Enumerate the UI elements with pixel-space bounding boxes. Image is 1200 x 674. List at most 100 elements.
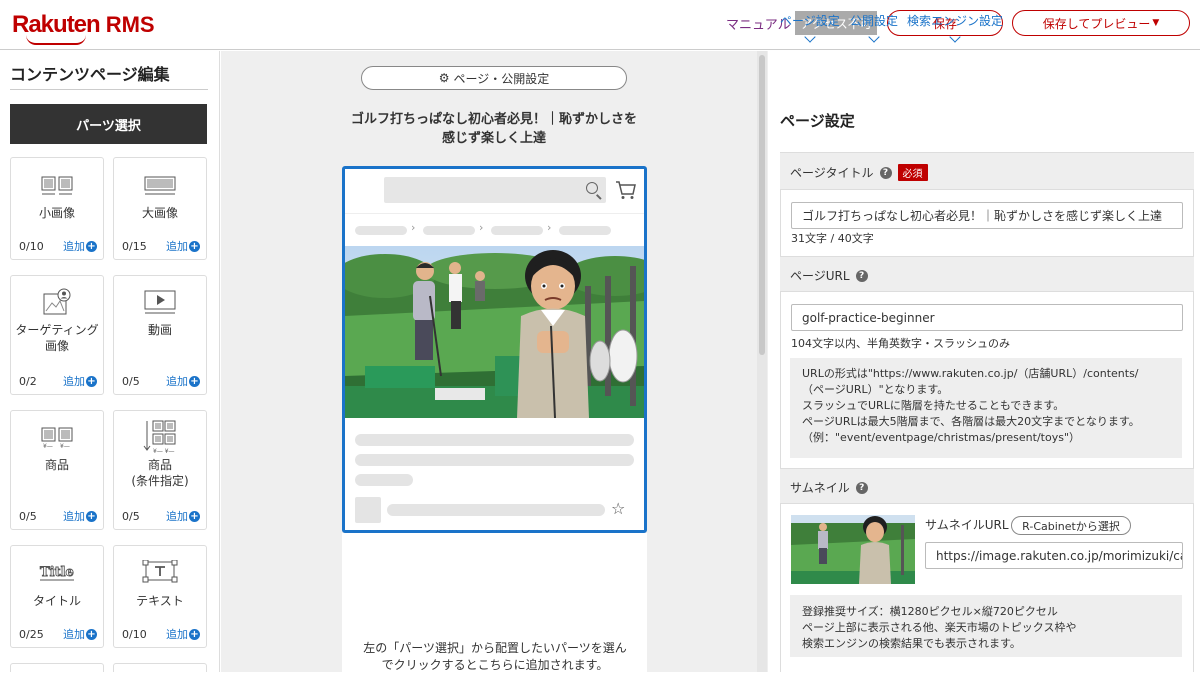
help-icon[interactable]: ? xyxy=(855,269,868,282)
chevron-right-icon: › xyxy=(411,221,416,234)
plus-circle-icon: + xyxy=(86,510,97,522)
part-label: タイトル xyxy=(32,594,81,608)
tab-label: 公開設定 xyxy=(850,14,899,28)
field-label: サムネイル xyxy=(790,481,850,495)
save-preview-label: 保存してプレビュー xyxy=(1042,16,1151,31)
search-icon xyxy=(586,182,598,194)
tab-seo-settings[interactable]: 検索エンジン設定 xyxy=(907,12,1004,43)
part-label: テキスト xyxy=(136,594,184,608)
add-part-button[interactable]: 追加 + xyxy=(166,508,200,524)
page-settings-button[interactable]: ⚙ ページ・公開設定 xyxy=(361,66,627,90)
add-part-button[interactable]: 追加 + xyxy=(63,626,97,642)
part-label: 動画 xyxy=(147,323,172,337)
chevron-down-icon xyxy=(804,31,816,43)
add-part-button[interactable]: 追加 + xyxy=(63,238,97,254)
plus-circle-icon: + xyxy=(189,628,200,640)
scrollbar-thumb[interactable] xyxy=(759,55,765,355)
add-part-button[interactable]: 追加 + xyxy=(63,508,97,524)
svg-text:¥—: ¥— xyxy=(60,443,70,449)
chevron-right-icon: › xyxy=(547,221,552,234)
page-url-input[interactable]: golf-practice-beginner xyxy=(791,304,1183,331)
part-card-title[interactable]: Title タイトル 0/25 追加 + xyxy=(10,545,104,648)
breadcrumb-skeleton xyxy=(491,226,543,235)
info-line: URLの形式は"https://www.rakuten.co.jp/（店舗URL… xyxy=(802,367,1139,380)
chevron-down-icon xyxy=(949,31,961,43)
info-line: 検索エンジンの検索結果でも表示されます。 xyxy=(802,637,1021,650)
part-card-product[interactable]: ¥— ¥— 商品 0/5 追加 + xyxy=(10,410,104,530)
chevron-right-icon: › xyxy=(479,221,484,234)
add-part-button[interactable]: 追加 + xyxy=(166,373,200,389)
add-part-button[interactable]: 追加 + xyxy=(166,238,200,254)
part-label: ターゲティング画像 xyxy=(15,323,99,353)
field-label: ページURL xyxy=(790,269,850,283)
part-card-targeting-image[interactable]: ターゲティング画像 0/2 追加 + xyxy=(10,275,104,395)
part-count: 0/10 xyxy=(122,628,147,641)
plus-circle-icon: + xyxy=(86,375,97,387)
section-title: ページ設定 xyxy=(780,112,855,130)
thumbnail-skeleton xyxy=(355,497,381,523)
add-label: 追加 xyxy=(166,240,188,253)
divider xyxy=(10,89,208,90)
part-card-text[interactable]: テキスト 0/10 追加 + xyxy=(113,545,207,648)
mobile-preview[interactable]: › › › ☆ xyxy=(342,166,647,533)
part-card-product-condition[interactable]: ¥— ¥— 商品 (条件指定) 0/5 追加 + xyxy=(113,410,207,530)
part-card-next[interactable] xyxy=(10,663,104,672)
tab-page-settings[interactable]: ページ設定 xyxy=(780,12,840,43)
app-header: Rakuten RMS マニュアル アクセス不可 保存 保存してプレビュー ▼ xyxy=(0,0,1200,50)
panel-title: コンテンツページ編集 xyxy=(10,65,170,84)
text-skeleton xyxy=(355,474,413,486)
plus-circle-icon: + xyxy=(189,375,200,387)
add-label: 追加 xyxy=(166,628,188,641)
plus-circle-icon: + xyxy=(189,510,200,522)
add-label: 追加 xyxy=(166,510,188,523)
product-icon: ¥— ¥— xyxy=(11,427,103,449)
part-card-small-image[interactable]: 小画像 0/10 追加 + xyxy=(10,157,104,260)
part-label: 商品 xyxy=(44,458,69,472)
help-icon[interactable]: ? xyxy=(855,481,868,494)
thumbnail-info-box: 登録推奨サイズ：横1280ピクセル×縦720ピクセル ページ上部に表示される他、… xyxy=(790,595,1182,657)
part-card-next[interactable] xyxy=(113,663,207,672)
add-parts-hint: 左の「パーツ選択」から配置したいパーツを選んでクリックするとこちらに追加されます… xyxy=(363,641,627,672)
svg-text:¥—: ¥— xyxy=(43,443,53,449)
info-line: ページ上部に表示される他、楽天市場のトピックス枠や xyxy=(802,621,1077,634)
add-part-button[interactable]: 追加 + xyxy=(63,373,97,389)
part-count: 0/5 xyxy=(122,510,140,523)
part-card-large-image[interactable]: 大画像 0/15 追加 + xyxy=(113,157,207,260)
plus-circle-icon: + xyxy=(189,240,200,252)
large-image-icon xyxy=(114,176,206,196)
info-line: （ページURL）"となります。 xyxy=(802,383,949,396)
breadcrumb-skeleton xyxy=(423,226,475,235)
tab-publish-settings[interactable]: 公開設定 xyxy=(850,12,899,43)
tab-label: 検索エンジン設定 xyxy=(907,14,1004,28)
parts-select-tab[interactable]: パーツ選択 xyxy=(10,104,207,144)
hero-image xyxy=(345,246,644,418)
save-and-preview-button[interactable]: 保存してプレビュー ▼ xyxy=(1012,10,1190,36)
rakuten-rms-logo[interactable]: Rakuten RMS xyxy=(12,10,155,45)
preview-search-bar xyxy=(384,177,606,203)
preview-scrollbar[interactable] xyxy=(757,51,767,672)
page-url-header: ページURL? xyxy=(780,256,1194,292)
part-label: 大画像 xyxy=(141,206,178,220)
video-icon xyxy=(114,290,206,316)
parts-panel: コンテンツページ編集 パーツ選択 小画像 0/10 追加 + 大画像 0/15 追… xyxy=(0,51,220,672)
add-part-button[interactable]: 追加 + xyxy=(166,626,200,642)
thumbnail-header: サムネイル? xyxy=(780,468,1194,504)
part-count: 0/10 xyxy=(19,240,44,253)
part-card-video[interactable]: 動画 0/5 追加 + xyxy=(113,275,207,395)
text-skeleton xyxy=(355,434,634,446)
text-skeleton xyxy=(387,504,605,516)
gear-icon: ⚙ xyxy=(438,71,450,85)
small-image-icon xyxy=(11,176,103,196)
info-line: ページURLは最大5階層まで、各階層は最大20文字までとなります。 xyxy=(802,415,1140,428)
add-label: 追加 xyxy=(63,240,85,253)
svg-text:Title: Title xyxy=(40,565,74,580)
logo-swoosh xyxy=(26,35,86,45)
help-icon[interactable]: ? xyxy=(879,166,892,179)
thumbnail-image[interactable] xyxy=(791,515,915,584)
thumbnail-url-input[interactable]: https://image.rakuten.co.jp/morimizuki/c… xyxy=(925,542,1183,569)
star-icon: ☆ xyxy=(611,499,626,518)
part-count: 0/5 xyxy=(19,510,37,523)
page-title-input[interactable]: ゴルフ打ちっぱなし初心者必見！｜恥ずかしさを感じず楽しく上達 xyxy=(791,202,1183,229)
rcabinet-select-button[interactable]: R-Cabinetから選択 xyxy=(1011,516,1131,535)
part-count: 0/15 xyxy=(122,240,147,253)
